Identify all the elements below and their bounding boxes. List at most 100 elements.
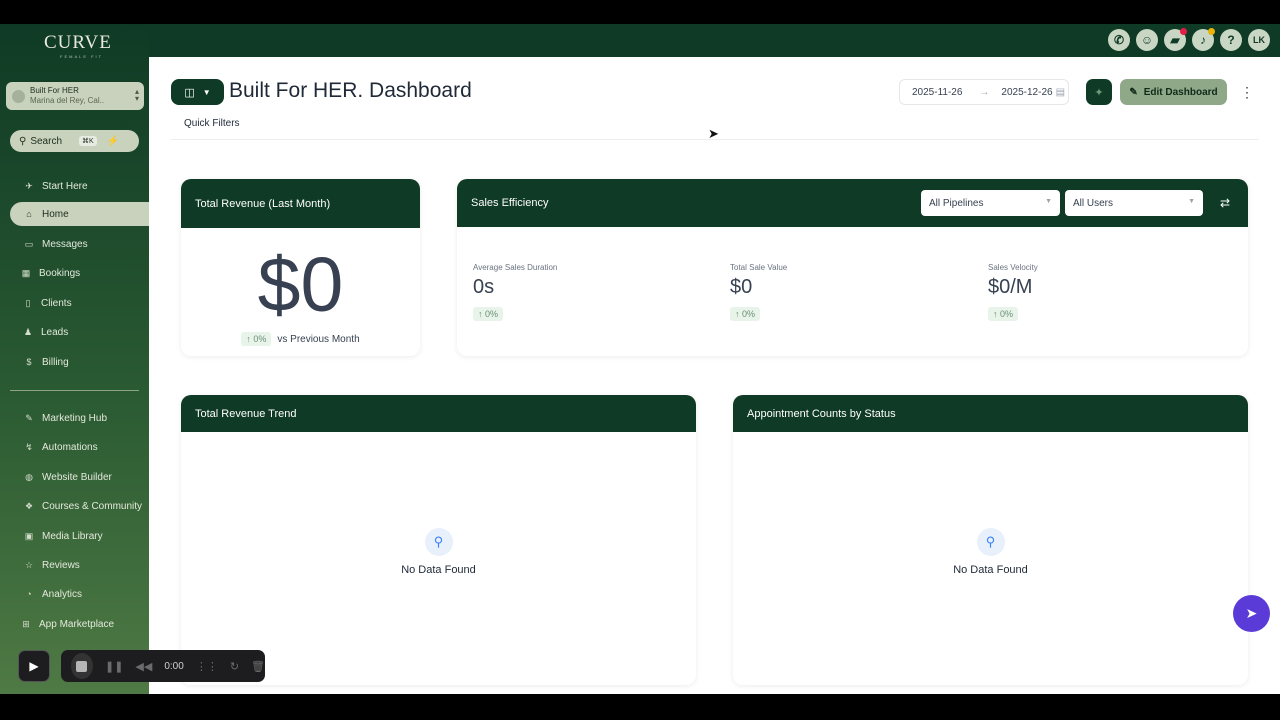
change-badge: ↑ 0% xyxy=(730,307,761,321)
rewind-icon[interactable]: ◀◀ xyxy=(135,660,152,673)
sidebar-item-billing[interactable]: $ Billing xyxy=(10,350,149,374)
pin-icon: ✦ xyxy=(1094,86,1104,99)
sidebar-item-messages[interactable]: ▭ Messages xyxy=(10,232,149,256)
message-icon: ▭ xyxy=(24,238,34,249)
recorder-time: 0:00 xyxy=(164,660,184,672)
edit-dashboard-label: Edit Dashboard xyxy=(1143,86,1218,98)
clients-icon: ▯ xyxy=(25,297,31,308)
revenue-trend-card: Total Revenue Trend ⚲ No Data Found xyxy=(181,395,696,685)
pencil-icon: ✎ xyxy=(1129,86,1138,98)
pause-icon[interactable]: ❚❚ xyxy=(105,660,123,673)
calendar-icon: ▤ xyxy=(1055,86,1066,98)
empty-state: ⚲ No Data Found xyxy=(181,528,696,576)
recorder-stop-button[interactable] xyxy=(71,653,93,679)
chevron-down-icon: ▼ xyxy=(202,87,211,97)
card-title: Total Revenue (Last Month) xyxy=(181,179,420,228)
pin-button[interactable]: ✦ xyxy=(1086,79,1112,105)
restart-icon[interactable]: ↻ xyxy=(230,660,239,673)
search-label: Search xyxy=(30,135,63,147)
recorder-camera-button[interactable]: ▶ xyxy=(18,650,50,682)
search-button[interactable]: ⚲ Search ⌘K ⚡ xyxy=(10,130,139,152)
analytics-icon: ◔ xyxy=(26,589,32,599)
sidebar-item-media-library[interactable]: ▣ Media Library xyxy=(10,524,149,548)
sidebar-item-bookings[interactable]: ▦ Bookings xyxy=(10,261,149,285)
search-shortcut: ⌘K xyxy=(79,136,97,146)
date-start: 2025-11-26 xyxy=(912,86,963,98)
sidebar-item-reviews[interactable]: ☆ Reviews xyxy=(10,553,149,577)
phone-icon[interactable]: ✆ xyxy=(1108,29,1130,51)
edit-dashboard-button[interactable]: ✎ Edit Dashboard xyxy=(1120,79,1227,105)
quick-filters-tab[interactable]: Quick Filters xyxy=(184,118,240,129)
bolt-icon[interactable]: ⚡ xyxy=(107,136,119,147)
page-title: Built For HER. Dashboard xyxy=(229,79,472,102)
media-icon: ▣ xyxy=(24,530,34,541)
dollar-icon: $ xyxy=(26,357,32,367)
bell-icon[interactable]: ♪ xyxy=(1192,28,1215,51)
revenue-value: $0 xyxy=(257,242,344,328)
stop-icon xyxy=(76,660,88,672)
metric-sales-velocity: Sales Velocity $0/M ↑ 0% xyxy=(988,263,1038,321)
more-options-icon[interactable]: ⋮ xyxy=(1240,82,1254,102)
megaphone-icon: ✎ xyxy=(25,412,33,423)
sidebar-item-leads[interactable]: ♟ Leads xyxy=(10,320,149,344)
brand-logo: CURVE xyxy=(44,32,112,53)
sidebar-item-analytics[interactable]: ◔ Analytics xyxy=(10,582,149,606)
location-address: Marina del Rey, Cal.. xyxy=(30,96,105,105)
app-window: ✆ ☺ ▰ ♪ ? LK CURVE FEMALE FIT Built For … xyxy=(0,24,1280,694)
card-title: Appointment Counts by Status xyxy=(733,395,1248,432)
users-select[interactable]: All Users ▼ xyxy=(1065,190,1203,216)
apps-icon: ⊞ xyxy=(22,618,30,629)
date-end: 2025-12-26 xyxy=(1001,86,1053,98)
sidebar-item-courses-community[interactable]: ❖ Courses & Community xyxy=(10,494,149,518)
appointment-counts-card: Appointment Counts by Status ⚲ No Data F… xyxy=(733,395,1248,685)
assistant-icon[interactable]: ☺ xyxy=(1136,29,1158,51)
date-range-picker[interactable]: 2025-11-26 → 2025-12-26 ▤ xyxy=(899,79,1069,105)
grid-icon[interactable]: ⋮⋮ xyxy=(196,660,218,673)
recorder-toolbar: ❚❚ ◀◀ 0:00 ⋮⋮ ↻ 🗑 xyxy=(61,650,265,682)
empty-state: ⚲ No Data Found xyxy=(733,528,1248,576)
location-name: Built For HER xyxy=(30,86,79,95)
layout-icon: ◫ xyxy=(184,86,195,99)
search-icon: ⚲ xyxy=(424,528,453,556)
change-badge: ↑ 0% xyxy=(241,332,272,346)
sidebar-item-website-builder[interactable]: ◍ Website Builder xyxy=(10,465,149,489)
sidebar: CURVE FEMALE FIT Built For HER Marina de… xyxy=(0,24,149,694)
metric-average-sales-duration: Average Sales Duration 0s ↑ 0% xyxy=(473,263,558,321)
filter-icon[interactable]: ⇄ xyxy=(1220,196,1230,210)
pipeline-select[interactable]: All Pipelines ▼ xyxy=(921,190,1060,216)
calendar-icon: ▦ xyxy=(21,267,31,278)
change-badge: ↑ 0% xyxy=(988,307,1019,321)
total-revenue-card: Total Revenue (Last Month) $0 ↑ 0% vs Pr… xyxy=(181,179,420,356)
sidebar-item-app-marketplace[interactable]: ⊞ App Marketplace xyxy=(10,612,149,636)
rocket-icon: ✈ xyxy=(25,180,33,191)
mouse-cursor-icon: ➤ xyxy=(708,126,719,141)
trash-icon[interactable]: 🗑 xyxy=(251,660,265,673)
location-avatar xyxy=(12,89,25,103)
globe-icon: ◍ xyxy=(25,471,33,482)
sales-efficiency-card: Sales Efficiency All Pipelines ▼ All User… xyxy=(457,179,1248,356)
help-icon[interactable]: ? xyxy=(1220,29,1242,51)
video-camera-icon: ▶ xyxy=(29,659,39,673)
card-title: Total Revenue Trend xyxy=(181,395,696,432)
sidebar-item-clients[interactable]: ▯ Clients xyxy=(10,291,149,315)
sidebar-item-home[interactable]: ⌂ Home xyxy=(10,202,149,226)
location-switcher[interactable]: Built For HER Marina del Rey, Cal.. ▴ ▾ xyxy=(6,82,144,110)
automation-icon: ↯ xyxy=(25,441,33,452)
sidebar-item-automations[interactable]: ↯ Automations xyxy=(10,435,149,459)
sidebar-item-marketing-hub[interactable]: ✎ Marketing Hub xyxy=(10,406,149,430)
arrow-right-icon: → xyxy=(979,86,990,98)
star-icon: ☆ xyxy=(24,559,34,570)
sidebar-item-start-here[interactable]: ✈ Start Here xyxy=(10,174,149,198)
dashboard-switcher-button[interactable]: ◫ ▼ xyxy=(171,79,224,105)
chevron-updown-icon: ▴ ▾ xyxy=(134,87,139,103)
compare-label: vs Previous Month xyxy=(277,333,360,345)
announcement-icon[interactable]: ▰ xyxy=(1164,28,1187,51)
users-icon: ♟ xyxy=(23,326,33,337)
search-icon: ⚲ xyxy=(976,528,1005,556)
sidebar-divider xyxy=(10,390,139,391)
search-icon: ⚲ xyxy=(19,135,27,147)
home-icon: ⌂ xyxy=(26,209,32,219)
chat-widget-button[interactable]: ➤ xyxy=(1233,595,1270,632)
user-avatar[interactable]: LK xyxy=(1248,29,1270,51)
chevron-down-icon: ▼ xyxy=(1045,198,1052,205)
